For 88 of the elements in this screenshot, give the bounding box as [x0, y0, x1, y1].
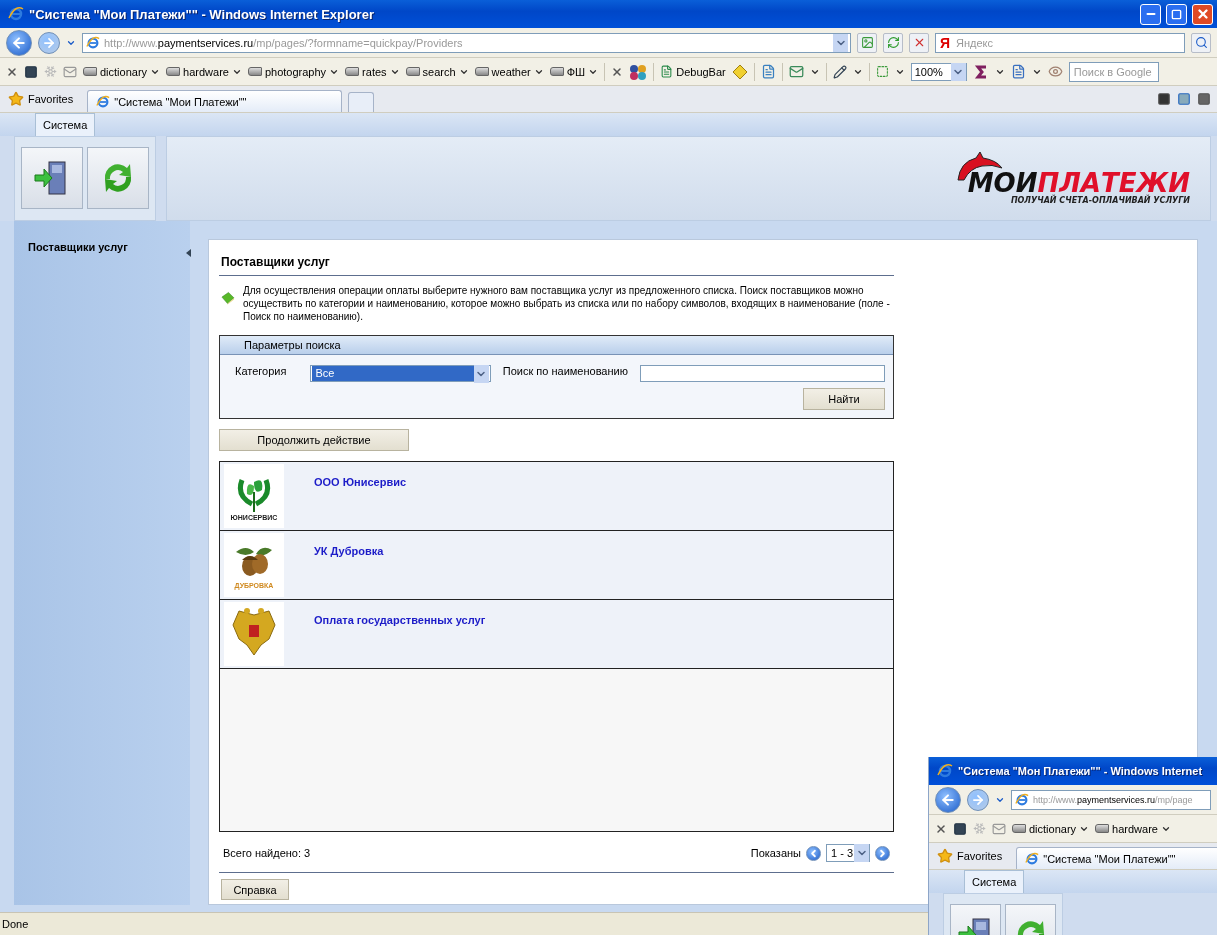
favorites-button[interactable]: Favorites	[6, 91, 82, 107]
close-button[interactable]	[1192, 3, 1213, 25]
close-icon	[1195, 7, 1210, 21]
search-button[interactable]	[1191, 32, 1211, 53]
minimize-button[interactable]	[1140, 3, 1161, 25]
provider-link[interactable]: Оплата государственных услуг	[314, 602, 486, 666]
bookmark-folder[interactable]: dictionary	[1012, 822, 1090, 835]
maximize-icon	[1171, 8, 1182, 20]
zoom-select[interactable]: 100%	[910, 62, 967, 81]
bookmark-folder[interactable]: weather	[474, 65, 544, 78]
menu-tab[interactable]: Система	[35, 113, 96, 136]
refresh-icon	[886, 36, 900, 49]
forward-button[interactable]	[967, 788, 989, 811]
address-field[interactable]: http://www.paymentservices.ru/mp/page	[1011, 789, 1211, 810]
window-title: "Система "Мои Платежи"" - Windows Internet Explorer	[29, 6, 375, 22]
search-params-header: Параметры поиска	[220, 336, 893, 355]
close-icon[interactable]	[6, 65, 18, 78]
provider-link[interactable]: ООО Юнисервис	[314, 464, 407, 528]
chevron-left-icon	[808, 847, 819, 859]
logo-slogan: ПОЛУЧАЙ СЧЕТА-ОПЛАЧИВАЙ УСЛУГИ	[1010, 196, 1190, 205]
debugbar-button[interactable]: DebugBar	[660, 65, 726, 78]
collapse-icon[interactable]	[186, 249, 191, 257]
star-icon	[8, 91, 24, 107]
continue-button[interactable]: Продолжить действие	[219, 429, 409, 451]
bookmark-folder[interactable]: dictionary	[83, 65, 161, 78]
exit-button[interactable]	[21, 147, 83, 209]
menu-tab[interactable]: Система	[964, 870, 1025, 893]
name-search-label: Поиск по наименованию	[502, 365, 628, 377]
stop-button[interactable]	[909, 32, 929, 53]
eye-icon[interactable]	[1047, 64, 1063, 79]
chevron-right-icon	[877, 847, 888, 859]
arrow-right-icon	[42, 35, 56, 50]
category-label: Категория	[235, 365, 287, 377]
maximize-button[interactable]	[1166, 3, 1187, 25]
help-button[interactable]: Справка	[221, 879, 289, 900]
close-icon[interactable]	[611, 65, 624, 78]
bookmark-folder[interactable]: rates	[345, 65, 400, 78]
refresh-button[interactable]	[87, 147, 149, 209]
picture-icon	[860, 36, 874, 49]
provider-link[interactable]: УК Дубровка	[314, 533, 384, 597]
search-icon	[1194, 36, 1208, 49]
provider-row[interactable]: Оплата государственных услуг	[220, 600, 893, 669]
document-icon[interactable]	[1010, 64, 1026, 79]
browser-logo-icon	[1025, 851, 1040, 866]
total-found: Всего найдено: 3	[223, 847, 311, 859]
find-button[interactable]: Найти	[803, 388, 885, 410]
envelope-icon[interactable]	[788, 64, 804, 79]
search-field[interactable]: Я Яндекс	[935, 32, 1185, 53]
page-select[interactable]: 1 - 3	[826, 844, 870, 862]
browser-logo-icon	[96, 94, 111, 109]
previous-page-button[interactable]	[806, 845, 821, 861]
refresh-button[interactable]	[883, 32, 903, 53]
category-select[interactable]: Все	[310, 365, 491, 382]
panel-title: Поставщики услуг	[219, 250, 894, 276]
browser-tab[interactable]: "Система "Мои Платежи""	[87, 90, 343, 112]
bookmark-folder[interactable]: hardware	[166, 65, 242, 78]
pen-icon[interactable]	[832, 64, 847, 79]
bookmark-folder[interactable]: ФШ	[549, 65, 599, 78]
bookmark-folder[interactable]: hardware	[1095, 822, 1171, 835]
back-button[interactable]	[935, 786, 961, 813]
diamond-icon[interactable]	[731, 63, 748, 80]
colored-dots-icon[interactable]	[629, 63, 648, 80]
browser-tab[interactable]: "Система "Мои Платежи""	[1016, 847, 1217, 869]
sidebar-item[interactable]: Поставщики услуг	[28, 241, 176, 253]
forward-button[interactable]	[38, 31, 60, 54]
page-icon[interactable]	[760, 64, 776, 79]
shown-label: Показаны	[750, 847, 801, 859]
back-button[interactable]	[6, 29, 32, 56]
address-field[interactable]: http://www.paymentservices.ru/mp/pages/?formname=quickpay/Providers	[82, 32, 851, 53]
browser-logo-icon	[937, 763, 953, 779]
dashed-square-icon[interactable]	[875, 65, 889, 78]
window-title: "Система "Мон Платежи"" - Windows Internet	[958, 765, 1204, 777]
arrow-right-icon	[971, 792, 985, 807]
document-icon	[660, 65, 674, 78]
name-search-field[interactable]	[639, 365, 885, 382]
description-text: Для осуществления операции оплаты выберите нужного вам поставщика услуг из предложенного списка. Поиск поставщиков можно осуществить по категории и наименованию, которое можно выбрать из списка или по набору символов, входящих в наименование (поле - Поиск по наименованию).	[243, 284, 891, 323]
status-text: Done	[2, 918, 29, 930]
bookmark-folder[interactable]: search	[405, 65, 469, 78]
browser-logo-icon	[8, 6, 24, 22]
star-icon	[937, 848, 953, 864]
dropdown-button[interactable]	[833, 33, 848, 52]
bookmark-folder[interactable]: photography	[247, 65, 340, 78]
browser-logo-icon	[1015, 792, 1029, 807]
favorites-button[interactable]: Favorites	[935, 848, 1011, 864]
compatibility-button[interactable]	[857, 32, 877, 53]
close-icon[interactable]	[935, 822, 947, 835]
next-page-button[interactable]	[875, 845, 890, 861]
browser-logo-icon	[86, 35, 100, 50]
